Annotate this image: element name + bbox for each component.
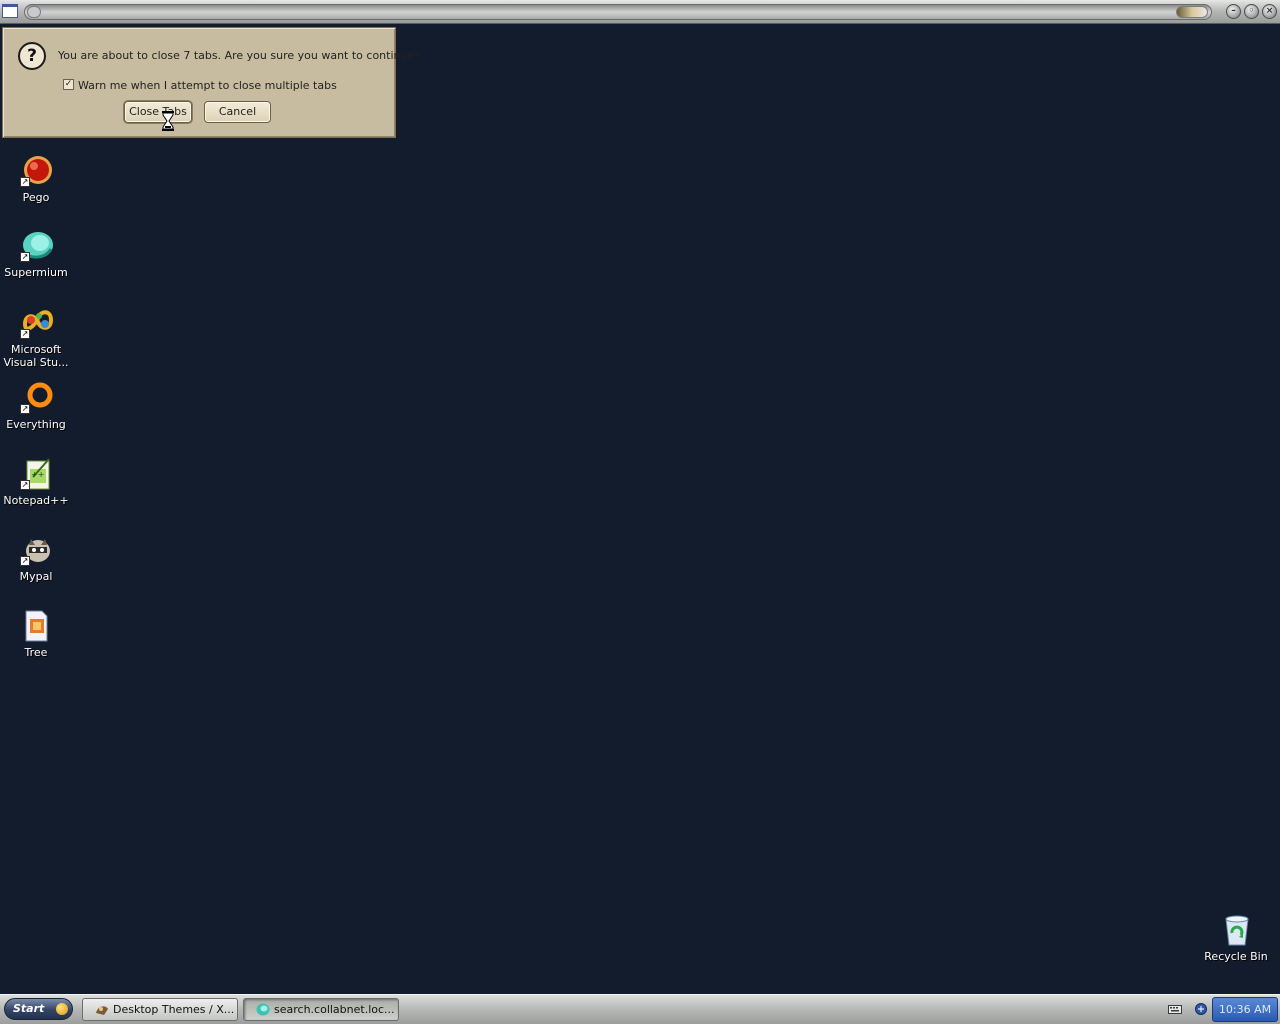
shortcut-arrow-icon: ↗ (20, 404, 30, 414)
desktop-icon-label: Tree (24, 646, 48, 659)
title-slot-knob-icon (27, 6, 41, 18)
desktop-icon-supermium[interactable]: ↗ Supermium (0, 229, 72, 279)
desktop-icon-pego[interactable]: ↗ Pego (0, 154, 72, 204)
keyboard-icon[interactable] (1168, 1003, 1182, 1015)
start-label: Start (13, 1002, 45, 1015)
desktop-icon-tree[interactable]: Tree (0, 609, 72, 659)
browser-icon (256, 1003, 270, 1016)
desktop-icon-mypal[interactable]: ↗ Mypal (0, 533, 72, 583)
desktop-icon-label: Notepad++ (3, 494, 69, 507)
desktop-icon-visual-studio[interactable]: ↗ Microsoft Visual Stu... (0, 306, 72, 369)
desktop-icon-label: Mypal (19, 570, 53, 583)
start-button[interactable]: Start (4, 998, 73, 1020)
close-button[interactable]: × (1262, 4, 1277, 19)
desktop-themes-icon (96, 1006, 108, 1015)
cancel-button[interactable]: Cancel (204, 101, 271, 123)
question-icon: ? (18, 42, 46, 70)
window-app-icon[interactable] (2, 4, 18, 18)
task-search-collabnet[interactable]: search.collabnet.loc... (243, 998, 399, 1021)
close-tabs-dialog: ? You are about to close 7 tabs. Are you… (2, 27, 420, 138)
hourglass-cursor-icon (162, 111, 174, 131)
taskbar: Start Desktop Themes / X... search.colla… (0, 994, 1280, 1024)
shortcut-arrow-icon: ↗ (20, 480, 30, 490)
start-orb-icon (56, 1003, 68, 1015)
clock-text: 10:36 AM (1218, 1003, 1272, 1016)
system-tray-clock[interactable]: 10:36 AM (1212, 997, 1278, 1022)
network-icon[interactable] (1194, 1003, 1208, 1015)
svg-text:++: ++ (31, 470, 44, 479)
desktop-icon-label: Supermium (4, 266, 68, 279)
warn-checkbox[interactable]: ✓ (63, 79, 74, 90)
tree-file-icon (25, 610, 48, 642)
recycle-bin-icon (1225, 915, 1249, 946)
desktop-icon-label: Everything (6, 418, 66, 431)
desktop-icon-label: Microsoft Visual Stu... (3, 343, 69, 369)
title-slot-end-icon (1176, 6, 1208, 18)
shortcut-arrow-icon: ↗ (20, 556, 30, 566)
task-label: Desktop Themes / X... (113, 1003, 235, 1016)
maximize-button[interactable]: ◦ (1244, 4, 1259, 19)
desktop-icon-label: Pego (22, 191, 50, 204)
desktop-icon-recycle-bin[interactable]: Recycle Bin (1200, 913, 1272, 963)
task-desktop-themes[interactable]: Desktop Themes / X... (82, 998, 238, 1021)
desktop-icon-label: Recycle Bin (1204, 950, 1268, 963)
close-tabs-button[interactable]: Close Tabs (124, 101, 192, 123)
warn-checkbox-label[interactable]: Warn me when I attempt to close multiple… (78, 79, 337, 92)
shortcut-arrow-icon: ↗ (20, 252, 30, 262)
minimize-button[interactable]: – (1226, 4, 1241, 19)
desktop-icon-notepadpp[interactable]: ++ ↗ Notepad++ (0, 457, 72, 507)
desktop-icon-everything[interactable]: ↗ Everything (0, 381, 72, 431)
shortcut-arrow-icon: ↗ (20, 177, 30, 187)
window-title-slot (24, 4, 1212, 20)
window-title-bar[interactable]: – ◦ × (0, 0, 1280, 24)
shortcut-arrow-icon: ↗ (20, 329, 30, 339)
dialog-message: You are about to close 7 tabs. Are you s… (58, 49, 421, 62)
task-label: search.collabnet.loc... (274, 1003, 395, 1016)
